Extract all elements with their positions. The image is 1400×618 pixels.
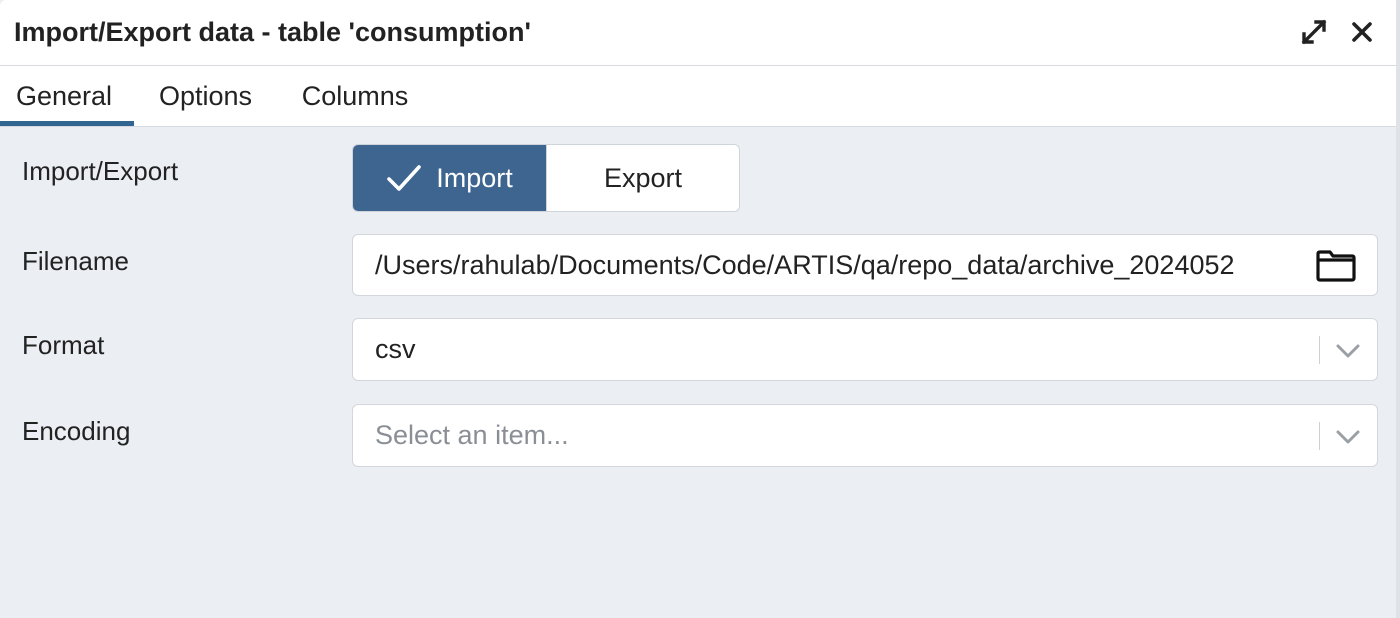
close-icon xyxy=(1352,22,1372,42)
tab-columns[interactable]: Columns xyxy=(277,66,433,126)
tab-columns-label: Columns xyxy=(301,80,409,111)
filename-label: Filename xyxy=(22,246,129,276)
window-edge xyxy=(1396,0,1400,618)
format-select-separator xyxy=(1319,336,1320,364)
encoding-select-placeholder: Select an item... xyxy=(375,420,569,450)
check-icon xyxy=(386,163,422,193)
filename-field xyxy=(352,234,1378,296)
import-toggle-button[interactable]: Import xyxy=(353,145,546,211)
format-select-value: csv xyxy=(375,334,416,364)
active-tab-indicator xyxy=(0,121,134,126)
tab-options-label: Options xyxy=(158,80,253,111)
tab-general-label: General xyxy=(15,80,113,111)
dialog-title: Import/Export data - table 'consumption' xyxy=(14,17,531,47)
encoding-dropdown-toggle[interactable] xyxy=(1331,423,1365,451)
format-select[interactable]: csv xyxy=(352,318,1378,381)
maximize-button[interactable] xyxy=(1296,14,1332,50)
import-export-dialog: Import/Export data - table 'consumption'… xyxy=(0,0,1396,618)
tab-bar: General Options Columns xyxy=(0,66,1396,127)
encoding-select[interactable]: Select an item... xyxy=(352,404,1378,467)
export-toggle-button[interactable]: Export xyxy=(546,145,739,211)
close-button[interactable] xyxy=(1344,14,1380,50)
browse-folder-button[interactable] xyxy=(1313,247,1359,285)
format-label: Format xyxy=(22,330,105,360)
encoding-label: Encoding xyxy=(22,416,131,446)
chevron-down-icon xyxy=(1336,344,1360,358)
maximize-icon xyxy=(1301,19,1327,45)
chevron-down-icon xyxy=(1336,430,1360,444)
filename-input[interactable] xyxy=(353,235,1305,295)
format-dropdown-toggle[interactable] xyxy=(1331,337,1365,365)
encoding-select-separator xyxy=(1319,422,1320,450)
tab-options[interactable]: Options xyxy=(134,66,277,126)
import-toggle-label: Import xyxy=(436,162,513,193)
tab-general[interactable]: General xyxy=(0,66,134,126)
dialog-titlebar: Import/Export data - table 'consumption' xyxy=(0,0,1396,66)
export-toggle-label: Export xyxy=(603,162,683,193)
import-export-toggle: Import Export xyxy=(352,144,740,212)
import-export-label: Import/Export xyxy=(22,156,179,186)
folder-icon xyxy=(1316,250,1356,282)
